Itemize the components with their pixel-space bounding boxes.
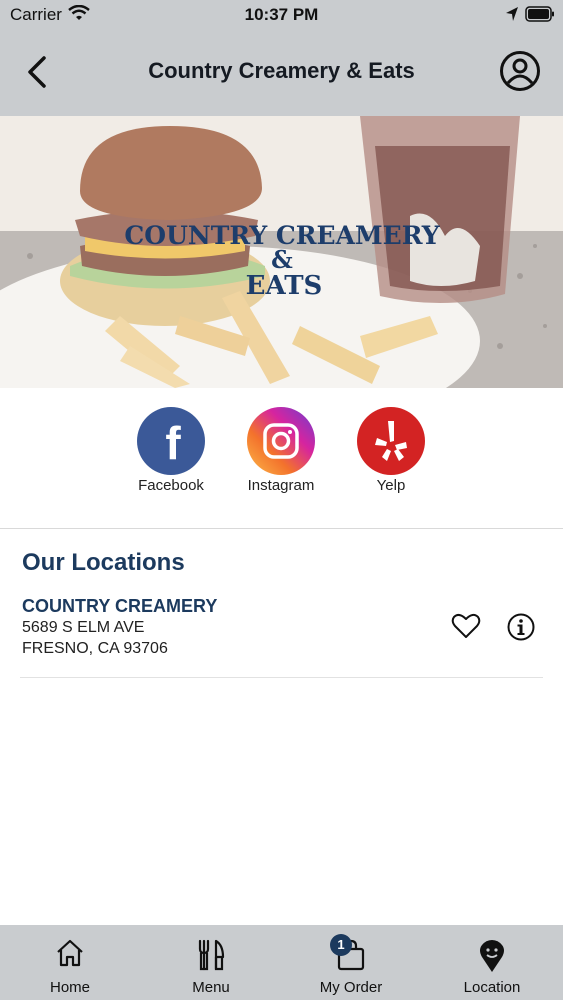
tab-location-label: Location [463,979,521,996]
tab-home-label: Home [49,979,90,996]
location-arrow-icon [505,6,519,27]
tab-menu-label: Menu [192,979,230,996]
user-circle-icon [500,51,540,91]
order-count-badge: 1 [330,934,352,956]
clock: 10:37 PM [244,5,319,24]
info-icon [507,613,535,641]
instagram-link[interactable]: Instagram [231,407,331,494]
tab-my-order-label: My Order [319,979,383,996]
utensils-icon [195,939,227,976]
battery-icon [525,6,555,27]
locations-heading: Our Locations [22,549,185,576]
tab-location[interactable]: Location [422,925,562,1000]
location-address-line1: 5689 S ELM AVE [22,619,145,636]
svg-text:f: f [165,417,181,469]
facebook-label: Facebook [138,477,204,494]
facebook-link[interactable]: f Facebook [121,407,221,494]
back-button[interactable] [20,52,60,92]
yelp-icon [357,407,425,475]
location-address-line2: FRESNO, CA 93706 [22,640,168,657]
favorite-button[interactable] [451,612,481,640]
yelp-link[interactable]: Yelp [341,407,441,494]
location-item[interactable]: COUNTRY CREAMERY 5689 S ELM AVE FRESNO, … [20,594,543,678]
profile-button[interactable] [499,50,541,92]
instagram-label: Instagram [247,477,315,494]
chevron-left-icon [28,56,46,88]
tab-menu[interactable]: Menu [141,925,281,1000]
navigation-bar: Country Creamery & Eats [0,30,563,116]
yelp-label: Yelp [376,477,406,494]
location-pin-icon [478,939,506,978]
tab-my-order[interactable]: My Order [281,925,421,1000]
home-icon [55,939,85,972]
page-title: Country Creamery & Eats [148,58,415,83]
tab-bar: Home Menu My Order Location [0,925,563,1000]
facebook-icon: f [137,407,205,475]
hero-logo-line3: EATS [246,271,323,301]
heart-icon [451,613,481,638]
tab-home[interactable]: Home [0,925,140,1000]
status-bar: Carrier 10:37 PM [0,0,563,30]
hero-image: COUNTRY CREAMERY & EATS [0,116,563,388]
location-info-button[interactable] [506,612,536,642]
instagram-icon [247,407,315,475]
social-links: f Facebook Instagram Yelp [0,388,563,528]
section-divider [0,528,563,529]
hero-logo-line2: & [271,245,293,274]
location-name: COUNTRY CREAMERY [22,596,218,616]
